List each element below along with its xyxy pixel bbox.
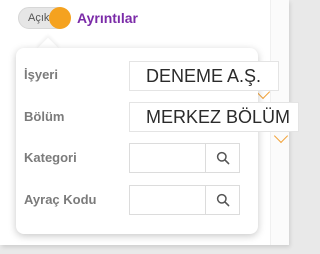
toggle-knob[interactable] [49,7,71,29]
details-link[interactable]: Ayrıntılar [77,10,138,26]
category-input[interactable] [129,143,206,173]
status-toggle[interactable]: Açık [18,7,71,29]
search-icon [216,193,229,207]
workplace-value: DENEME A.Ş. [129,61,279,91]
department-value: MERKEZ BÖLÜM [129,102,299,132]
department-label: Bölüm [24,109,65,124]
separator-code-search-button[interactable] [206,185,240,215]
separator-code-input[interactable] [129,185,206,215]
workplace-label: İşyeri [24,67,58,82]
category-search-button[interactable] [206,143,240,173]
search-icon [216,151,229,165]
category-label: Kategori [24,150,77,165]
toggle-label: Açık [28,12,50,24]
separator-code-label: Ayraç Kodu [24,192,97,207]
